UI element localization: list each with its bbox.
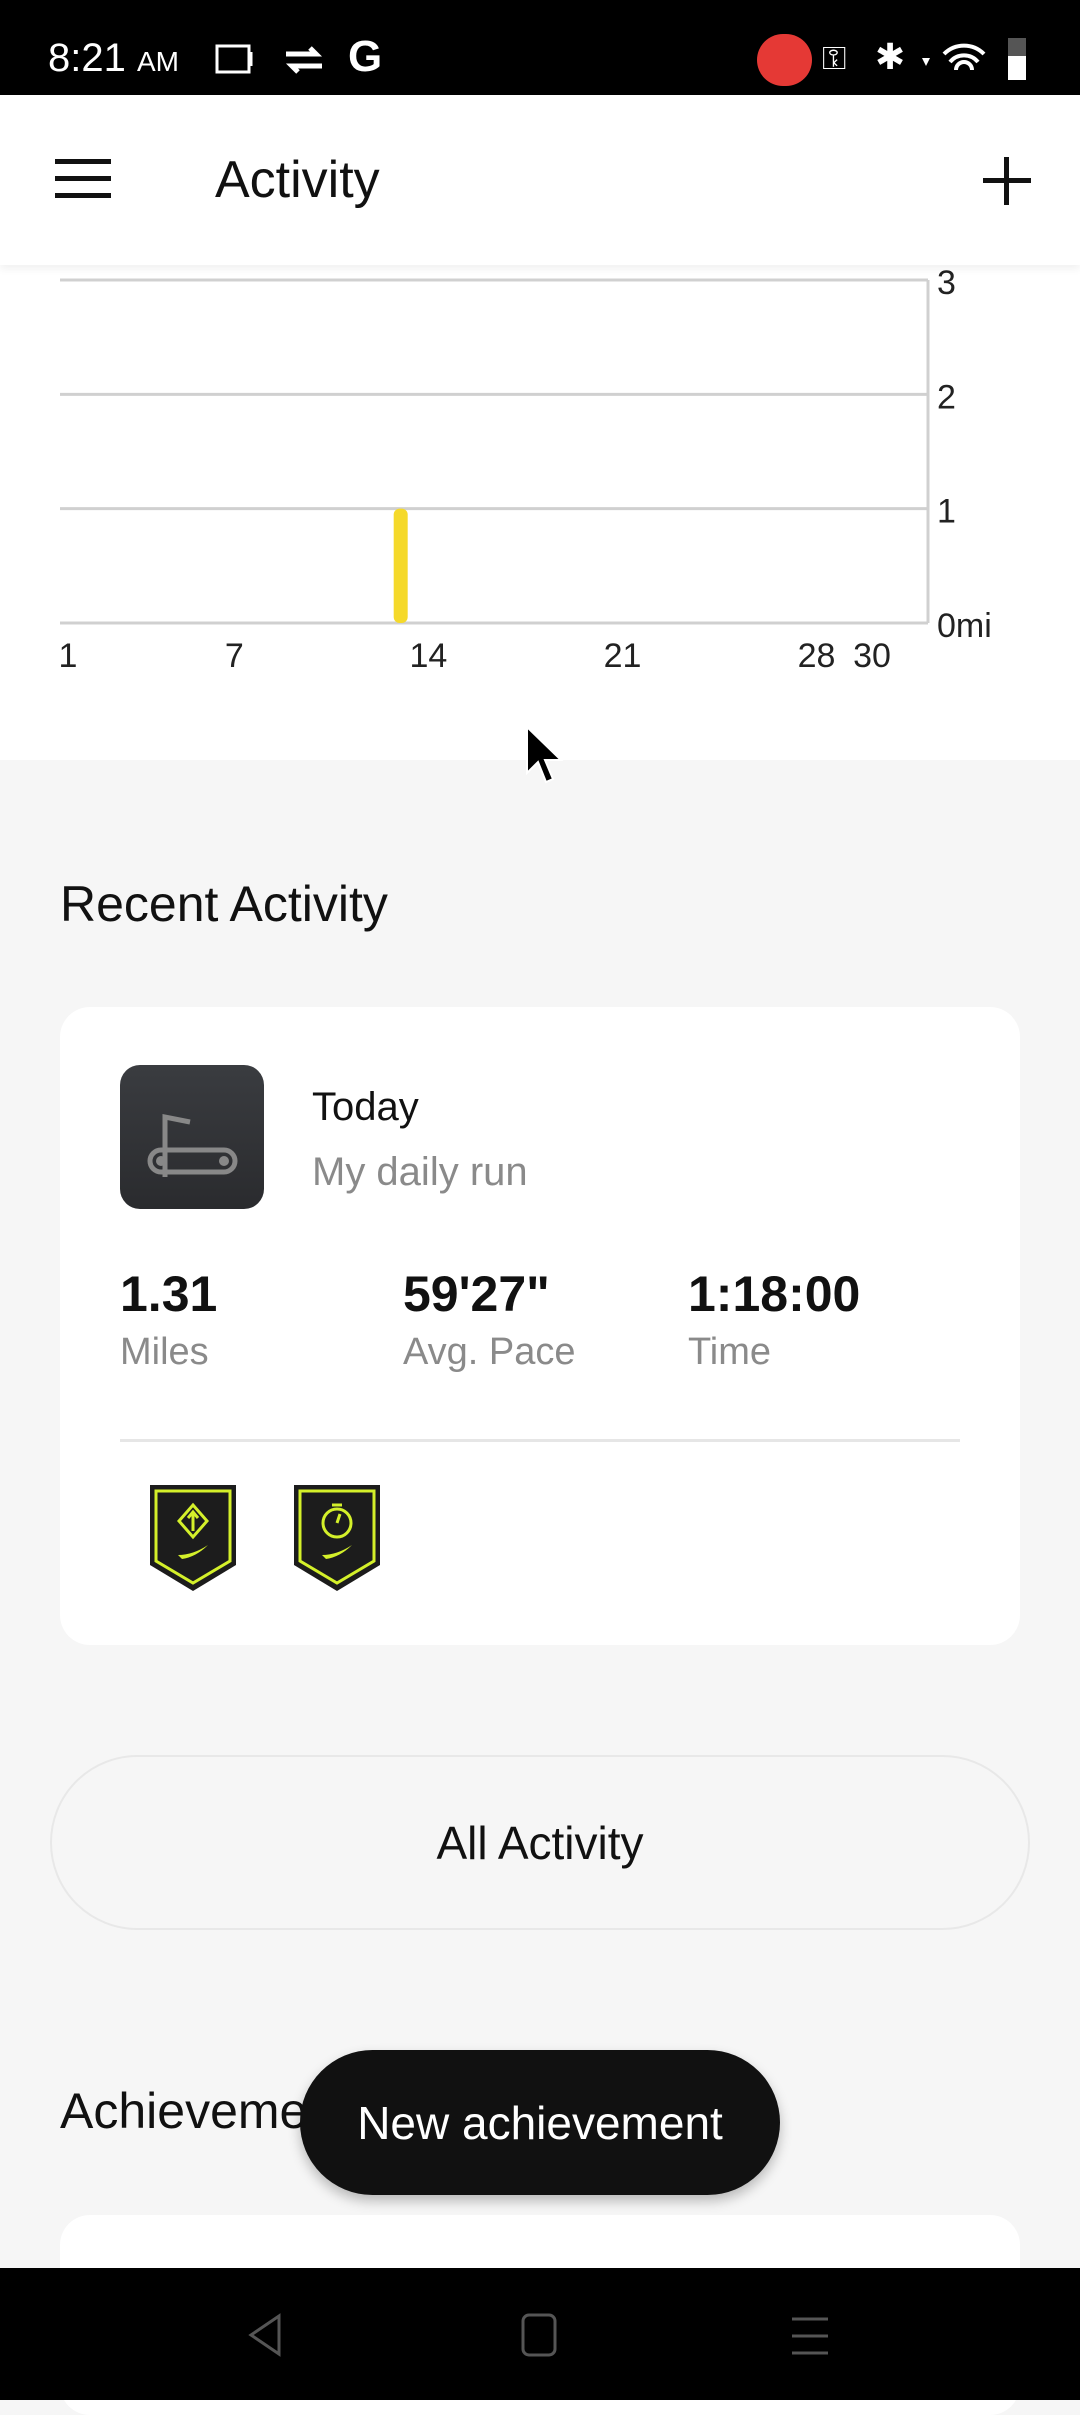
activity-date: Today xyxy=(312,1085,419,1129)
battery-icon xyxy=(1008,38,1026,80)
x-tick-label: 28 xyxy=(798,637,836,675)
bluetooth-icon: ✱ xyxy=(875,36,906,77)
chart-svg: 0mi 1 2 3 1 7 14 21 28 30 xyxy=(59,264,992,675)
mouse-cursor-icon xyxy=(526,725,564,784)
divider xyxy=(120,1439,960,1442)
x-tick-label: 7 xyxy=(225,637,244,675)
plus-icon[interactable] xyxy=(983,157,1031,205)
vpn-key-icon: ⚿ xyxy=(822,40,847,76)
y-tick-label: 1 xyxy=(937,493,956,531)
monthly-distance-chart: 0mi 1 2 3 1 7 14 21 28 30 xyxy=(0,264,1080,760)
app-header: Activity xyxy=(0,95,1080,265)
activity-name: My daily run xyxy=(312,1150,528,1194)
treadmill-icon xyxy=(120,1065,264,1209)
stopwatch-badge-icon[interactable] xyxy=(292,1483,382,1593)
back-icon[interactable] xyxy=(245,2313,285,2358)
x-tick-label: 1 xyxy=(59,637,78,675)
y-tick-label: 2 xyxy=(937,378,956,416)
hamburger-icon[interactable] xyxy=(55,157,113,199)
home-icon[interactable] xyxy=(520,2312,560,2360)
x-tick-label: 21 xyxy=(604,637,642,675)
navigation-bar xyxy=(0,2268,1080,2400)
milestone-badge-icon[interactable] xyxy=(148,1483,238,1593)
status-bar: 8:21 AM G ⚿ ✱ xyxy=(0,0,1080,95)
x-tick-label: 14 xyxy=(409,637,447,675)
status-time: 8:21 AM xyxy=(48,36,179,80)
screen-record-icon xyxy=(215,44,253,74)
stat-pace: 59'27" Avg. Pace xyxy=(403,1266,576,1373)
all-activity-button[interactable]: All Activity xyxy=(50,1755,1030,1930)
stat-time: 1:18:00 Time xyxy=(688,1266,861,1373)
x-tick-label: 30 xyxy=(853,637,891,675)
sync-icon xyxy=(285,46,323,74)
new-achievement-toast[interactable]: New achievement xyxy=(300,2050,780,2195)
stat-miles: 1.31 Miles xyxy=(120,1266,218,1373)
recent-activity-heading: Recent Activity xyxy=(60,876,388,932)
wifi-icon xyxy=(922,43,986,71)
y-tick-label: 3 xyxy=(937,265,956,302)
bar xyxy=(393,508,408,623)
y-tick-label: 0mi xyxy=(937,607,992,645)
activity-card[interactable]: Today My daily run 1.31 Miles 59'27" Avg. … xyxy=(60,1007,1020,1645)
recents-icon[interactable] xyxy=(790,2316,830,2356)
page-title: Activity xyxy=(215,151,380,209)
recording-indicator-icon xyxy=(757,34,812,86)
google-icon: G xyxy=(348,32,383,81)
